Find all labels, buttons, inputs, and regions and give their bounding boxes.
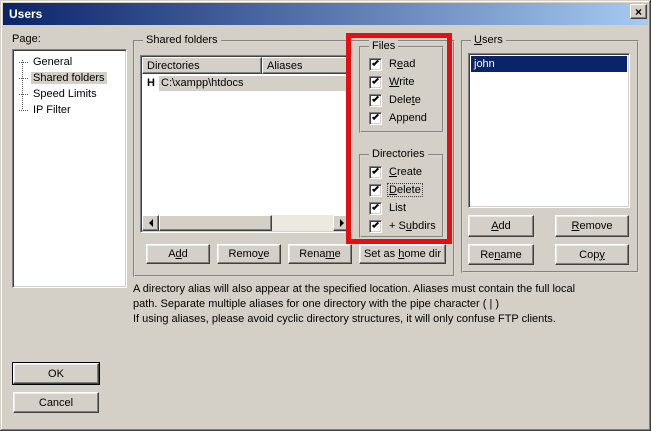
page-item-general[interactable]: General	[13, 54, 126, 70]
cancel-button[interactable]: Cancel	[13, 392, 99, 413]
files-append-checkbox[interactable]: Append	[369, 111, 428, 125]
page-label: Page:	[12, 33, 41, 45]
close-button[interactable]: ×	[630, 4, 647, 19]
directories-listview[interactable]: Directories Aliases H C:\xampp\htdocs	[140, 55, 352, 233]
checkbox-icon[interactable]	[369, 94, 382, 107]
scroll-right-button[interactable]	[333, 215, 350, 231]
user-remove-button[interactable]: Remove	[555, 215, 629, 237]
page-item-label: Shared folders	[31, 72, 107, 84]
checkbox-icon[interactable]	[369, 76, 382, 89]
checkbox-icon[interactable]	[369, 112, 382, 125]
column-header-aliases[interactable]: Aliases	[262, 57, 350, 74]
page-item-ip-filter[interactable]: IP Filter	[13, 102, 126, 118]
left-arrow-icon	[149, 219, 153, 227]
page-item-label: Speed Limits	[31, 88, 99, 100]
checkbox-icon[interactable]	[369, 184, 382, 197]
files-write-checkbox[interactable]: Write	[369, 75, 415, 89]
right-arrow-icon	[340, 219, 344, 227]
user-copy-button[interactable]: Copy	[555, 244, 629, 265]
scroll-left-button[interactable]	[142, 215, 159, 231]
users-group-title: Users	[471, 34, 506, 46]
checkbox-icon[interactable]	[369, 166, 382, 179]
home-dir-marker: H	[143, 77, 159, 89]
dirs-delete-checkbox[interactable]: Delete	[369, 183, 422, 197]
help-text-line1: A directory alias will also appear at th…	[133, 283, 575, 295]
page-item-label: IP Filter	[31, 104, 73, 116]
checkbox-icon[interactable]	[369, 220, 382, 233]
horizontal-scrollbar[interactable]	[142, 215, 350, 231]
folder-rename-button[interactable]: Rename	[288, 244, 352, 264]
dirs-create-checkbox[interactable]: Create	[369, 165, 423, 179]
files-delete-checkbox[interactable]: Delete	[369, 93, 422, 107]
checkbox-icon[interactable]	[369, 58, 382, 71]
directory-row[interactable]: H C:\xampp\htdocs	[143, 75, 349, 91]
window-title: Users	[9, 7, 42, 21]
directories-group-title: Directories	[369, 148, 428, 160]
directory-path: C:\xampp\htdocs	[159, 76, 349, 91]
user-rename-button[interactable]: Rename	[468, 244, 534, 265]
help-text-line3: If using aliases, please avoid cyclic di…	[133, 313, 556, 325]
page-item-speed-limits[interactable]: Speed Limits	[13, 86, 126, 102]
dirs-list-checkbox[interactable]: List	[369, 201, 407, 215]
set-as-home-dir-button[interactable]: Set as home dir	[359, 244, 446, 264]
help-text-line2: path. Separate multiple aliases for one …	[133, 298, 499, 310]
close-icon: ×	[635, 6, 642, 18]
titlebar[interactable]: Users	[3, 3, 648, 25]
scrollbar-track[interactable]	[272, 215, 333, 231]
users-list[interactable]: john	[468, 53, 630, 208]
files-read-checkbox[interactable]: Read	[369, 57, 416, 71]
user-row-john[interactable]: john	[471, 56, 627, 72]
page-list[interactable]: General Shared folders Speed Limits IP F…	[12, 49, 127, 288]
dirs-subdirs-checkbox[interactable]: + Subdirs	[369, 219, 437, 233]
ok-button[interactable]: OK	[13, 363, 99, 384]
page-item-shared-folders[interactable]: Shared folders	[13, 70, 126, 86]
checkbox-icon[interactable]	[369, 202, 382, 215]
folder-remove-button[interactable]: Remove	[217, 244, 281, 264]
files-group-title: Files	[369, 40, 398, 52]
scrollbar-thumb[interactable]	[159, 215, 272, 231]
shared-folders-group-title: Shared folders	[143, 34, 221, 46]
folder-add-button[interactable]: Add	[146, 244, 210, 264]
column-header-directories[interactable]: Directories	[142, 57, 262, 74]
users-dialog: Users × Page: General Shared folders Spe…	[0, 0, 651, 431]
user-add-button[interactable]: Add	[468, 215, 534, 237]
page-item-label: General	[31, 56, 74, 68]
